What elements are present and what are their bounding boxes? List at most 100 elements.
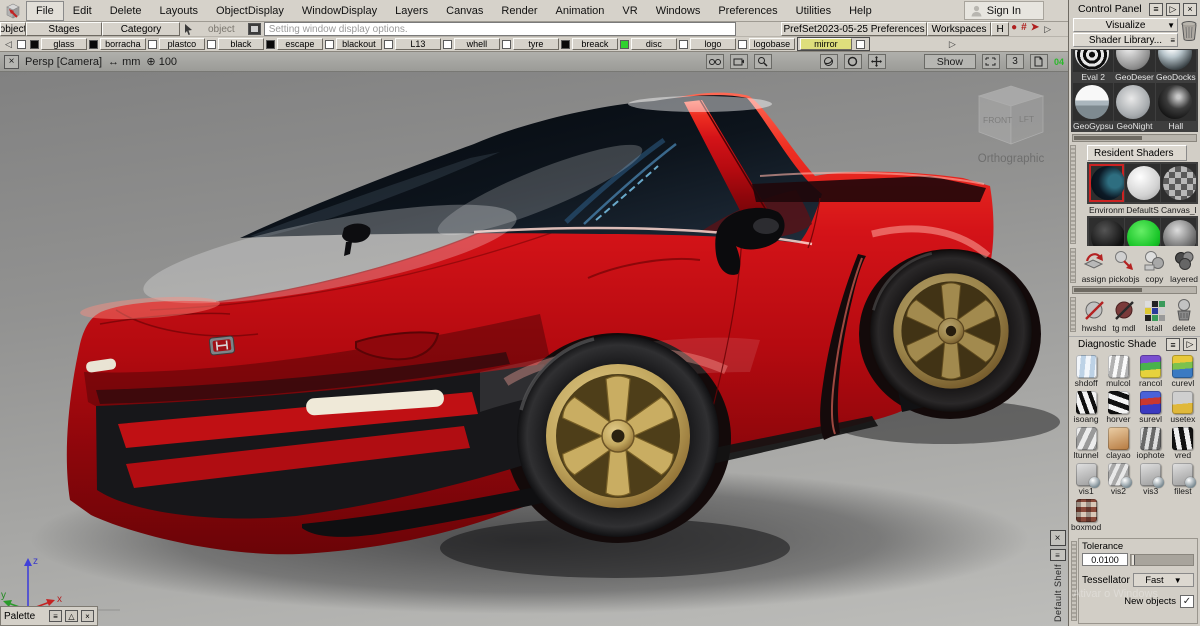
swatch-logobase[interactable]: [737, 39, 747, 49]
default-shelf-strip[interactable]: × ≡ Default Shelf: [1048, 530, 1067, 622]
shelf-close-icon[interactable]: ×: [1049, 530, 1066, 546]
resident-thumb-4[interactable]: [1089, 218, 1124, 246]
menu-delete[interactable]: Delete: [101, 2, 151, 20]
palette-close-icon[interactable]: ×: [81, 610, 94, 622]
window-display-icon[interactable]: [247, 23, 261, 35]
swatch-escape[interactable]: [265, 39, 275, 49]
swatch-mirror[interactable]: [855, 39, 865, 49]
panel-expand-icon[interactable]: ▷: [1166, 2, 1180, 16]
resident-thumb-defaults[interactable]: [1125, 164, 1160, 202]
section-drag-handle[interactable]: [1071, 541, 1077, 621]
swatch-leading[interactable]: [16, 39, 26, 49]
diagnostic-icon-surevl[interactable]: [1140, 391, 1162, 414]
section-drag-handle[interactable]: [1070, 297, 1076, 332]
tool-layered[interactable]: layered: [1169, 249, 1199, 284]
frame-icon[interactable]: [981, 54, 1000, 69]
menu-render[interactable]: Render: [492, 2, 546, 20]
library-scrollbar[interactable]: [1072, 134, 1197, 142]
menu-preferences[interactable]: Preferences: [709, 2, 786, 20]
tessellator-dropdown[interactable]: Fast ▼: [1132, 573, 1194, 587]
shelf-item-tyre[interactable]: tyre: [512, 38, 559, 50]
shelf-item-plastco[interactable]: plastco: [158, 38, 205, 50]
menu-canvas[interactable]: Canvas: [437, 2, 492, 20]
shader-library-button[interactable]: Shader Library... ≡: [1073, 33, 1178, 47]
tab-stages[interactable]: Stages: [26, 22, 102, 36]
expand-row-arrow[interactable]: ▷: [1041, 22, 1054, 36]
swatch-blackout[interactable]: [324, 39, 334, 49]
goggles-icon[interactable]: [705, 54, 724, 69]
swatch-l13[interactable]: [383, 39, 393, 49]
view-count-button[interactable]: 3: [1005, 54, 1024, 69]
show-button[interactable]: Show: [923, 54, 976, 69]
viewport-close-icon[interactable]: ×: [4, 54, 19, 69]
shader-thumb-geonight[interactable]: [1114, 83, 1155, 121]
swatch-borracha[interactable]: [88, 39, 98, 49]
tool-assign[interactable]: assign: [1079, 249, 1109, 284]
swatch-tyre[interactable]: [501, 39, 511, 49]
palette-minimize-icon[interactable]: △: [65, 610, 78, 622]
resident-thumb-6[interactable]: [1161, 218, 1196, 246]
menu-edit[interactable]: Edit: [64, 2, 101, 20]
shelf-item-logo[interactable]: logo: [689, 38, 736, 50]
resident-thumb-canvasr[interactable]: [1161, 164, 1196, 202]
hotbox-icon[interactable]: H: [991, 22, 1010, 36]
menu-file[interactable]: File: [26, 0, 64, 21]
shader-thumb-hall[interactable]: [1155, 83, 1196, 121]
pin-icon[interactable]: ●: [1009, 22, 1019, 36]
tolerance-input[interactable]: [1082, 553, 1128, 566]
shader-thumb-geogypsu[interactable]: [1073, 83, 1114, 121]
camera-icon[interactable]: [729, 54, 748, 69]
panel-menu-icon[interactable]: ≡: [1149, 2, 1163, 16]
shelf-item-l13[interactable]: L13: [394, 38, 441, 50]
section-drag-handle[interactable]: [1070, 145, 1076, 244]
diagnostic-icon-horver[interactable]: [1107, 391, 1129, 414]
shelf-item-logobase[interactable]: logobase: [748, 38, 795, 50]
visualize-dropdown[interactable]: Visualize ▼: [1073, 18, 1178, 32]
zoom-icon[interactable]: [753, 54, 772, 69]
grid-icon[interactable]: #: [1019, 22, 1029, 36]
tool-pickobjs[interactable]: pickobjs: [1109, 249, 1139, 284]
swatch-plastco[interactable]: [147, 39, 157, 49]
diagnostic-icon-isoang[interactable]: [1075, 391, 1097, 414]
shader-thumb-geodeser[interactable]: [1114, 50, 1155, 72]
resident-thumb-5[interactable]: [1125, 218, 1160, 246]
shelf-item-disc[interactable]: disc: [630, 38, 677, 50]
diagnostic-icon-rancol[interactable]: [1140, 355, 1162, 378]
page-icon[interactable]: [1029, 54, 1048, 69]
pan-icon[interactable]: [867, 54, 886, 69]
swatch-glass[interactable]: [29, 39, 39, 49]
tools-scrollbar[interactable]: [1072, 286, 1197, 294]
shader-thumb-geodocks[interactable]: [1155, 50, 1196, 72]
diagnostic-icon-usetex[interactable]: [1172, 391, 1194, 414]
diagnostic-icon-ltunnel[interactable]: [1075, 427, 1097, 450]
app-logo-icon[interactable]: [2, 1, 24, 21]
diagnostic-icon-iophote[interactable]: [1140, 427, 1162, 450]
diagnostic-icon-vis2[interactable]: [1107, 463, 1132, 488]
tool-lstall[interactable]: lstall: [1139, 298, 1169, 333]
tool-copy[interactable]: copy: [1139, 249, 1169, 284]
menu-vr[interactable]: VR: [613, 2, 646, 20]
tool-hwshd[interactable]: hwshd: [1079, 298, 1109, 333]
swatch-logo[interactable]: [678, 39, 688, 49]
shelf-item-mirror[interactable]: mirror: [799, 38, 852, 50]
shelf-menu-icon[interactable]: ≡: [1049, 549, 1066, 561]
tolerance-slider[interactable]: [1130, 553, 1194, 566]
shelf-item-escape[interactable]: escape: [276, 38, 323, 50]
diagnostic-icon-boxmod[interactable]: [1075, 499, 1097, 522]
orbit-icon[interactable]: [819, 54, 838, 69]
menu-layouts[interactable]: Layouts: [151, 2, 208, 20]
sign-in-button[interactable]: Sign In: [963, 1, 1044, 20]
shelf-item-whell[interactable]: whell: [453, 38, 500, 50]
diagnostic-icon-vis3[interactable]: [1140, 463, 1165, 488]
tab-category[interactable]: Category: [102, 22, 180, 36]
palette-window[interactable]: Palette ≡ △ ×: [0, 606, 98, 626]
tool-delete[interactable]: delete: [1169, 298, 1199, 333]
diagnostic-menu-icon[interactable]: ≡: [1166, 338, 1180, 351]
menu-utilities[interactable]: Utilities: [787, 2, 840, 20]
swatch-disc[interactable]: [619, 39, 629, 49]
section-drag-handle[interactable]: [1070, 248, 1076, 283]
shelf-item-breack[interactable]: breack: [571, 38, 618, 50]
diagnostic-expand-icon[interactable]: ▷: [1183, 338, 1197, 351]
shelf-item-borracha[interactable]: borracha: [99, 38, 146, 50]
front-wheel[interactable]: [515, 333, 721, 539]
